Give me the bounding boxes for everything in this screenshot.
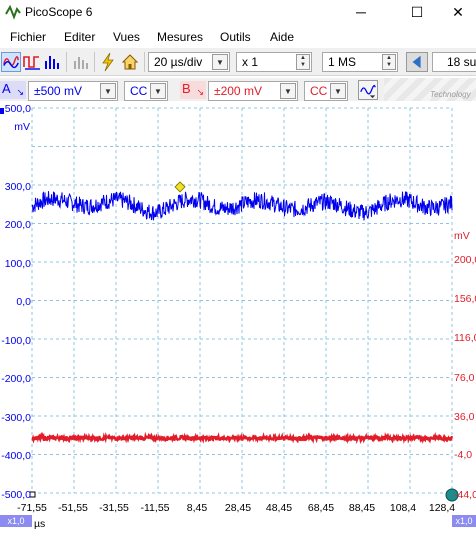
toolbar-separator bbox=[66, 52, 67, 72]
scope-view[interactable]: 500,0 mV 300,0 200,0 100,0 0,0 -100,0 -2… bbox=[0, 102, 476, 533]
close-button[interactable]: ✕ bbox=[440, 0, 476, 26]
zoom-stepper[interactable]: x 1 ▲ ▼ bbox=[236, 52, 312, 72]
x-axis-label: -71,55 bbox=[17, 502, 47, 514]
x-axis-label: -31,55 bbox=[99, 502, 129, 514]
captures-field[interactable]: 18 su bbox=[432, 52, 476, 72]
previous-capture-icon[interactable] bbox=[406, 52, 428, 72]
right-axis-label: 76,0 bbox=[454, 372, 475, 384]
watermark-text: Technology bbox=[430, 90, 471, 99]
left-axis-label: 300,0 bbox=[4, 181, 31, 193]
home-icon[interactable] bbox=[120, 52, 140, 72]
channel-a-coupling: CC bbox=[130, 84, 148, 98]
channel-b-coupling-select[interactable]: CC ▼ bbox=[304, 81, 348, 101]
probe-lightning-icon[interactable] bbox=[98, 52, 118, 72]
channel-b-trace bbox=[31, 431, 454, 445]
right-axis-unit: mV bbox=[454, 230, 470, 242]
trigger-marker-icon bbox=[174, 181, 186, 193]
channel-a-button[interactable]: A ↘ bbox=[0, 81, 26, 99]
chevron-down-icon: ▼ bbox=[330, 83, 346, 99]
right-axis-label: 36,0 bbox=[454, 411, 475, 423]
menu-editer[interactable]: Editer bbox=[64, 30, 95, 44]
chevron-down-icon: ▼ bbox=[212, 54, 228, 70]
left-axis-label: -200,0 bbox=[1, 373, 31, 385]
left-axis-unit: mV bbox=[14, 121, 30, 133]
chevron-down-icon: ▼ bbox=[100, 83, 116, 99]
spin-arrows-icon[interactable]: ▲ ▼ bbox=[296, 54, 310, 70]
captures-value: 18 su bbox=[447, 55, 476, 69]
picoscope-app-icon bbox=[5, 4, 21, 20]
x-axis-label: 88,45 bbox=[348, 502, 376, 514]
left-axis-label: 100,0 bbox=[4, 258, 31, 270]
window-title: PicoScope 6 bbox=[25, 5, 93, 19]
spin-arrows-icon[interactable]: ▲ ▼ bbox=[382, 54, 396, 70]
x-axis-label: 68,45 bbox=[307, 502, 335, 514]
x-axis-unit: µs bbox=[34, 518, 46, 530]
menu-mesures[interactable]: Mesures bbox=[157, 30, 203, 44]
x-axis-label: 108,4 bbox=[389, 502, 417, 514]
chevron-down-icon: ▼ bbox=[150, 83, 166, 99]
left-axis-label: 500,0 bbox=[4, 103, 31, 115]
channel-b-letter: B bbox=[182, 81, 191, 96]
x-axis-label: -51,55 bbox=[58, 502, 88, 514]
toolbar-separator bbox=[144, 52, 145, 72]
right-axis-label: 200,0 bbox=[454, 254, 476, 266]
x-axis-label: 8,45 bbox=[186, 502, 208, 514]
right-axis-label: -44,0 bbox=[454, 489, 476, 501]
x-axis-label: 48,45 bbox=[265, 502, 293, 514]
minimize-button[interactable]: ─ bbox=[338, 0, 384, 26]
menu-fichier[interactable]: Fichier bbox=[10, 30, 46, 44]
left-axis-label: -300,0 bbox=[1, 412, 31, 424]
channel-a-range-select[interactable]: ±500 mV ▼ bbox=[28, 81, 118, 101]
right-axis-label: -4,0 bbox=[454, 449, 473, 461]
channel-a-coupling-select[interactable]: CC ▼ bbox=[124, 81, 168, 101]
right-axis-label: 116,0 bbox=[454, 332, 476, 344]
left-axis-label: -400,0 bbox=[1, 450, 31, 462]
scope-mode-icon[interactable] bbox=[1, 52, 21, 72]
channel-options-icon[interactable] bbox=[358, 80, 378, 100]
x-axis-label: -11,55 bbox=[140, 502, 170, 514]
maximize-button[interactable]: ☐ bbox=[394, 0, 440, 26]
x-axis-label: 28,45 bbox=[224, 502, 252, 514]
zoom-left-badge[interactable]: x1,0 bbox=[0, 515, 32, 527]
chevron-down-icon: ▼ bbox=[280, 83, 296, 99]
channel-b-range: ±200 mV bbox=[214, 84, 262, 98]
timebase-select[interactable]: 20 µs/div ▼ bbox=[148, 52, 230, 72]
title-bar: PicoScope 6 ─ ☐ ✕ bbox=[0, 0, 476, 26]
menu-outils[interactable]: Outils bbox=[220, 30, 251, 44]
channel-b-coupling: CC bbox=[310, 84, 328, 98]
toolbar: 20 µs/div ▼ x 1 ▲ ▼ 1 MS ▲ ▼ 18 su bbox=[0, 48, 476, 76]
spectrum-disabled-icon[interactable] bbox=[71, 52, 91, 72]
channel-b-button[interactable]: B ↘ bbox=[180, 81, 206, 99]
zoom-value: x 1 bbox=[242, 55, 259, 69]
probe-icon: ↘ bbox=[16, 87, 24, 97]
channel-bar: A ↘ ±500 mV ▼ CC ▼ B ↘ ±200 mV ▼ CC ▼ Te… bbox=[0, 78, 476, 101]
left-axis-label: 200,0 bbox=[4, 219, 31, 231]
toolbar-separator bbox=[94, 52, 95, 72]
x-axis-label: 128,4 bbox=[428, 502, 456, 514]
samples-value: 1 MS bbox=[328, 55, 357, 69]
pico-logo: Technology bbox=[384, 78, 476, 101]
channel-a-letter: A bbox=[2, 81, 11, 96]
left-axis-label: -100,0 bbox=[1, 335, 31, 347]
menu-vues[interactable]: Vues bbox=[113, 30, 140, 44]
probe-icon: ↘ bbox=[196, 87, 204, 97]
timebase-value: 20 µs/div bbox=[154, 55, 203, 69]
scope-grid[interactable] bbox=[0, 102, 476, 533]
right-axis-label: 156,0 bbox=[454, 293, 476, 305]
left-axis-label: -500,0 bbox=[1, 489, 31, 501]
menu-bar: Fichier Editer Vues Mesures Outils Aide bbox=[0, 26, 476, 48]
persistence-mode-icon[interactable] bbox=[22, 52, 42, 72]
channel-b-range-select[interactable]: ±200 mV ▼ bbox=[208, 81, 298, 101]
menu-aide[interactable]: Aide bbox=[270, 30, 294, 44]
left-axis-label: 0,0 bbox=[16, 296, 31, 308]
spectrum-mode-icon[interactable] bbox=[43, 52, 63, 72]
zoom-right-badge[interactable]: x1,0 bbox=[452, 515, 476, 527]
samples-stepper[interactable]: 1 MS ▲ ▼ bbox=[322, 52, 398, 72]
channel-a-range: ±500 mV bbox=[34, 84, 82, 98]
